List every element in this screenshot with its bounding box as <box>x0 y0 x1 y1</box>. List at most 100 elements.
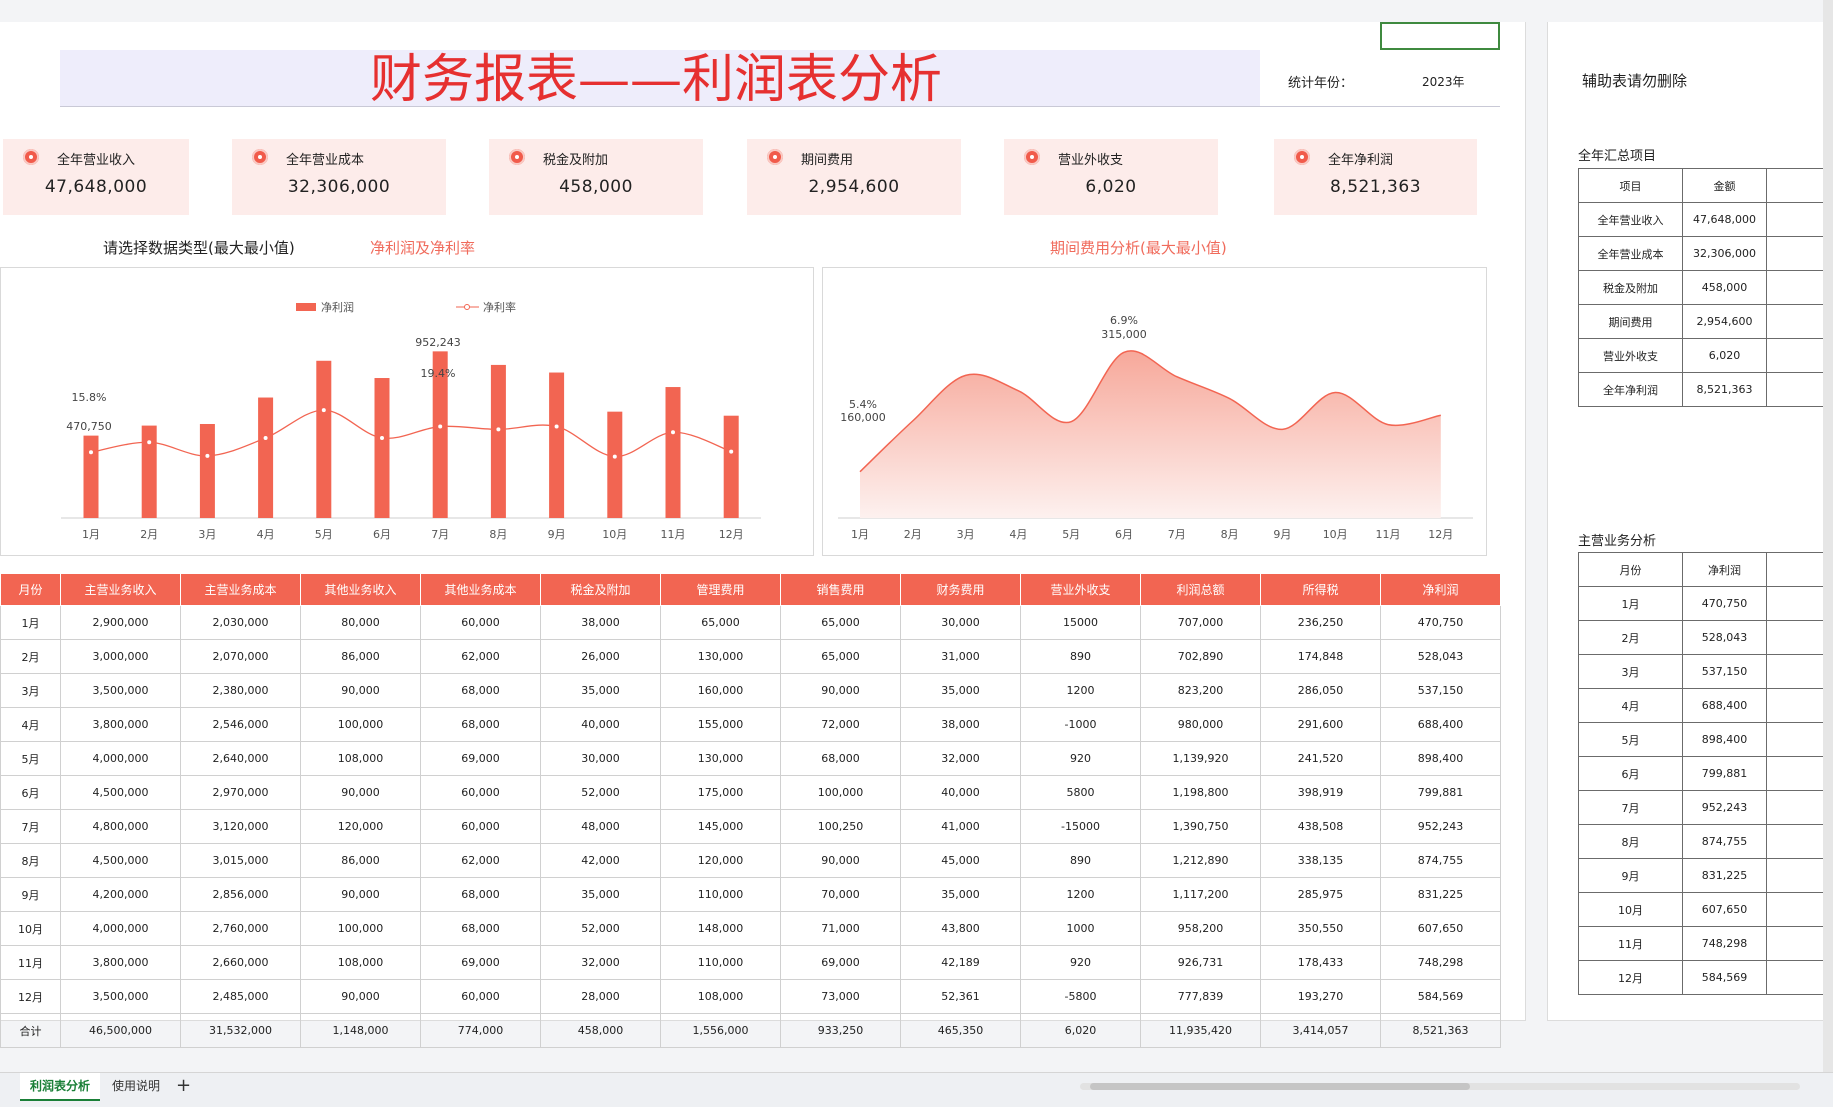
horizontal-scroll-thumb[interactable] <box>1090 1083 1470 1090</box>
table-cell[interactable]: 458,000 <box>540 1013 661 1048</box>
table-cell[interactable]: 68,000 <box>420 673 541 708</box>
table-cell[interactable]: 35,000 <box>540 673 661 708</box>
table-cell[interactable]: 8,521,363 <box>1380 1013 1501 1048</box>
table-cell[interactable]: 4,000,000 <box>60 911 181 946</box>
table-cell[interactable]: 148,000 <box>660 911 781 946</box>
table-cell[interactable]: 2,485,000 <box>180 979 301 1014</box>
side-cell[interactable]: 952,243 <box>1682 790 1767 825</box>
table-header-cell[interactable]: 营业外收支 <box>1020 573 1141 606</box>
table-cell[interactable]: 438,508 <box>1260 809 1381 844</box>
table-cell[interactable]: 174,848 <box>1260 639 1381 674</box>
table-cell[interactable]: 60,000 <box>420 605 541 640</box>
table-cell[interactable]: 4,000,000 <box>60 741 181 776</box>
table-cell[interactable]: 65,000 <box>660 605 781 640</box>
table-cell[interactable]: 35,000 <box>540 877 661 912</box>
table-cell[interactable]: -15000 <box>1020 809 1141 844</box>
table-cell[interactable]: 65,000 <box>780 605 901 640</box>
table-cell[interactable]: 145,000 <box>660 809 781 844</box>
side-cell[interactable]: 32,306,000 <box>1682 236 1767 271</box>
side-cell[interactable]: 税金及附加 <box>1578 270 1683 305</box>
table-cell[interactable]: 2月 <box>0 639 61 674</box>
table-cell[interactable]: 952,243 <box>1380 809 1501 844</box>
table-header-cell[interactable]: 其他业务收入 <box>300 573 421 606</box>
table-cell[interactable]: 748,298 <box>1380 945 1501 980</box>
table-cell[interactable]: 60,000 <box>420 979 541 1014</box>
side-cell[interactable] <box>1766 688 1827 723</box>
table-cell[interactable]: 46,500,000 <box>60 1013 181 1048</box>
vertical-scrollbar[interactable] <box>1823 0 1833 1080</box>
table-cell[interactable]: 28,000 <box>540 979 661 1014</box>
table-header-cell[interactable]: 税金及附加 <box>540 573 661 606</box>
table-cell[interactable]: 4月 <box>0 707 61 742</box>
table-cell[interactable]: 62,000 <box>420 639 541 674</box>
table-cell[interactable]: 1200 <box>1020 673 1141 708</box>
table-cell[interactable]: 100,000 <box>300 707 421 742</box>
side-cell[interactable]: 全年营业收入 <box>1578 202 1683 237</box>
table-cell[interactable]: 178,433 <box>1260 945 1381 980</box>
table-cell[interactable]: 100,000 <box>780 775 901 810</box>
table-header-cell[interactable]: 利润总额 <box>1140 573 1261 606</box>
side-cell[interactable] <box>1766 756 1827 791</box>
side-header-cell[interactable]: 月份 <box>1578 552 1683 587</box>
tab-usage-guide[interactable]: 使用说明 <box>112 1073 160 1099</box>
side-cell[interactable] <box>1766 202 1827 237</box>
side-cell[interactable]: 营业外收支 <box>1578 338 1683 373</box>
table-cell[interactable]: 90,000 <box>300 673 421 708</box>
table-cell[interactable]: 702,890 <box>1140 639 1261 674</box>
table-header-cell[interactable]: 销售费用 <box>780 573 901 606</box>
table-cell[interactable]: 60,000 <box>420 809 541 844</box>
table-cell[interactable]: 30,000 <box>900 605 1021 640</box>
tab-profit-analysis[interactable]: 利润表分析 <box>20 1073 101 1101</box>
side-cell[interactable]: 10月 <box>1578 892 1683 927</box>
table-cell[interactable]: 3,120,000 <box>180 809 301 844</box>
table-cell[interactable]: 68,000 <box>420 707 541 742</box>
table-cell[interactable]: 3,500,000 <box>60 979 181 1014</box>
table-cell[interactable]: 398,919 <box>1260 775 1381 810</box>
table-cell[interactable]: 1,212,890 <box>1140 843 1261 878</box>
side-cell[interactable]: 47,648,000 <box>1682 202 1767 237</box>
table-cell[interactable]: 60,000 <box>420 775 541 810</box>
table-cell[interactable]: 2,546,000 <box>180 707 301 742</box>
table-cell[interactable]: 3月 <box>0 673 61 708</box>
table-cell[interactable]: 7月 <box>0 809 61 844</box>
side-cell[interactable]: 2月 <box>1578 620 1683 655</box>
table-cell[interactable]: 100,000 <box>300 911 421 946</box>
table-cell[interactable]: 110,000 <box>660 877 781 912</box>
side-cell[interactable]: 8,521,363 <box>1682 372 1767 407</box>
table-cell[interactable]: 71,000 <box>780 911 901 946</box>
table-cell[interactable]: 470,750 <box>1380 605 1501 640</box>
table-cell[interactable]: 688,400 <box>1380 707 1501 742</box>
table-cell[interactable]: 108,000 <box>300 741 421 776</box>
side-cell[interactable]: 607,650 <box>1682 892 1767 927</box>
table-cell[interactable]: 42,000 <box>540 843 661 878</box>
table-cell[interactable]: 4,500,000 <box>60 775 181 810</box>
table-cell[interactable]: 528,043 <box>1380 639 1501 674</box>
side-header-cell[interactable]: 净利润 <box>1682 552 1767 587</box>
table-cell[interactable]: 584,569 <box>1380 979 1501 1014</box>
table-cell[interactable]: -5800 <box>1020 979 1141 1014</box>
table-cell[interactable]: -1000 <box>1020 707 1141 742</box>
table-cell[interactable]: 31,000 <box>900 639 1021 674</box>
table-cell[interactable]: 52,000 <box>540 775 661 810</box>
expense-chart[interactable]: 1月 2月 3月 4月 5月 6月 7月 8月 9月 10月 11月 12月 5.4% 160,000 6.… <box>822 267 1487 556</box>
table-cell[interactable]: 980,000 <box>1140 707 1261 742</box>
table-cell[interactable]: 41,000 <box>900 809 1021 844</box>
table-cell[interactable]: 90,000 <box>300 979 421 1014</box>
table-cell[interactable]: 10月 <box>0 911 61 946</box>
table-cell[interactable]: 32,000 <box>540 945 661 980</box>
side-cell[interactable]: 874,755 <box>1682 824 1767 859</box>
table-cell[interactable]: 11月 <box>0 945 61 980</box>
side-cell[interactable]: 688,400 <box>1682 688 1767 723</box>
table-header-cell[interactable]: 净利润 <box>1380 573 1501 606</box>
table-cell[interactable]: 1,117,200 <box>1140 877 1261 912</box>
side-cell[interactable]: 9月 <box>1578 858 1683 893</box>
table-cell[interactable]: 108,000 <box>300 945 421 980</box>
side-header-cell[interactable]: 金额 <box>1682 168 1767 203</box>
side-cell[interactable] <box>1766 892 1827 927</box>
table-cell[interactable]: 291,600 <box>1260 707 1381 742</box>
side-cell[interactable]: 537,150 <box>1682 654 1767 689</box>
side-cell[interactable]: 11月 <box>1578 926 1683 961</box>
table-cell[interactable]: 537,150 <box>1380 673 1501 708</box>
side-cell[interactable] <box>1766 586 1827 621</box>
table-cell[interactable]: 5800 <box>1020 775 1141 810</box>
